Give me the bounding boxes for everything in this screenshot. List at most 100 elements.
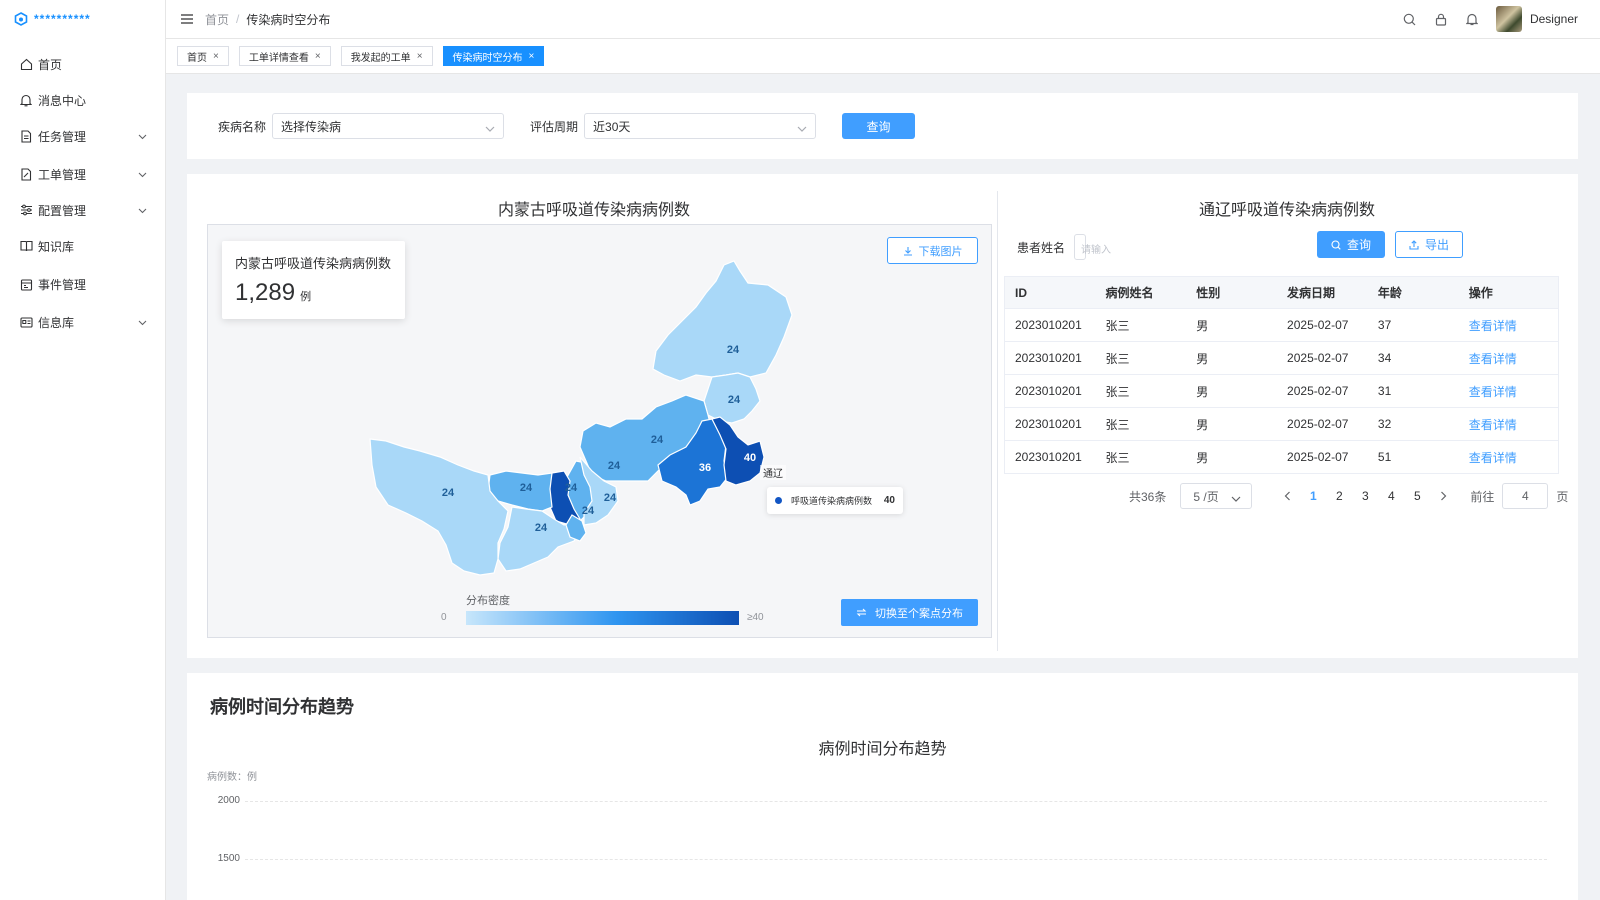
patient-name-input[interactable]: 请输入	[1074, 234, 1111, 260]
period-label: 评估周期	[530, 119, 579, 134]
book-icon	[18, 238, 34, 254]
page-number[interactable]: 3	[1352, 489, 1378, 503]
chevron-down-icon	[797, 122, 807, 136]
view-details-link[interactable]: 查看详情	[1458, 341, 1559, 375]
table-cell: 男	[1186, 440, 1278, 474]
page-numbers: 12345	[1300, 489, 1430, 503]
table-cell: 2025-02-07	[1277, 440, 1368, 474]
switch-label: 切换至个案点分布	[875, 607, 963, 620]
sidebar-item-label: 配置管理	[38, 203, 87, 218]
tab-0[interactable]: 首页 ×	[177, 46, 229, 66]
chevron-down-icon	[138, 129, 147, 143]
table-cell: 张三	[1095, 341, 1187, 375]
app-logo[interactable]: **********	[0, 0, 165, 38]
page-size-value: 5 /页	[1193, 489, 1219, 504]
map-region-hulunbuir[interactable]	[652, 260, 793, 382]
map-region-alxa[interactable]	[369, 438, 509, 576]
bell-icon	[18, 92, 34, 108]
filter-card: 疾病名称 选择传染病 评估周期 近30天 查询	[187, 93, 1578, 159]
patient-search-label: 查询	[1346, 238, 1371, 252]
sidebar-item-3[interactable]: 工单管理	[0, 156, 165, 192]
menu-toggle-icon[interactable]	[181, 14, 193, 24]
disease-select[interactable]: 选择传染病	[272, 113, 505, 139]
patient-name-placeholder: 请输入	[1081, 245, 1112, 256]
view-details-link[interactable]: 查看详情	[1458, 308, 1559, 342]
logo-icon	[14, 12, 28, 26]
download-image-button[interactable]: 下载图片	[887, 237, 978, 264]
table-row: 2023010201 张三男 2025-02-07 51 查看详情	[1004, 440, 1559, 474]
sidebar-item-6[interactable]: 事件管理	[0, 266, 165, 302]
legend-title: 分布密度	[466, 595, 510, 607]
total-cases-card: 内蒙古呼吸道传染病病例数 1,289 例	[222, 241, 405, 319]
id-card-icon	[18, 314, 34, 330]
view-details-link[interactable]: 查看详情	[1458, 407, 1559, 441]
close-icon[interactable]: ×	[213, 51, 219, 62]
period-select[interactable]: 近30天	[584, 113, 817, 139]
close-icon[interactable]: ×	[529, 51, 535, 62]
table-cell: 男	[1186, 407, 1278, 441]
download-image-label: 下载图片	[918, 245, 963, 258]
sidebar-item-label: 工单管理	[38, 167, 87, 182]
sidebar-item-7[interactable]: 信息库	[0, 304, 165, 340]
sidebar-item-0[interactable]: 首页	[0, 46, 165, 82]
patient-search-button[interactable]: 查询	[1317, 231, 1385, 258]
goto-page-input[interactable]: 4	[1502, 483, 1549, 509]
page-number[interactable]: 1	[1300, 489, 1326, 503]
goto-label: 前往	[1470, 489, 1495, 504]
page-number[interactable]: 2	[1326, 489, 1352, 503]
chevron-down-icon	[1231, 492, 1241, 506]
page-size-select[interactable]: 5 /页	[1180, 483, 1253, 509]
map-region-value: 24	[535, 522, 548, 534]
tab-label: 工单详情查看	[248, 52, 309, 64]
patient-search-form: 患者姓名 请输入	[1017, 234, 1111, 260]
tooltip-series-dot	[775, 497, 782, 504]
switch-to-point-distribution-button[interactable]: 切换至个案点分布	[841, 599, 978, 626]
next-page-icon[interactable]	[1430, 491, 1456, 501]
view-details-link[interactable]: 查看详情	[1458, 440, 1559, 474]
grid-line	[245, 859, 1547, 860]
filter-query-button[interactable]: 查询	[842, 113, 916, 139]
column-header: ID	[1004, 276, 1096, 309]
sidebar-item-1[interactable]: 消息中心	[0, 82, 165, 118]
close-icon[interactable]: ×	[315, 51, 321, 62]
map-panel: 24 24 24 24 36 40 24 24 24 24 24 24 内蒙古呼吸道传染病病例数 1,…	[207, 224, 992, 638]
notification-bell-icon[interactable]	[1465, 13, 1478, 26]
sidebar-item-label: 知识库	[38, 239, 75, 254]
tooltip-series-name: 呼吸道传染病病例数	[791, 496, 873, 506]
trend-card: 病例时间分布趋势 病例时间分布趋势 病例数：例 2000 1500	[187, 673, 1578, 900]
search-icon[interactable]	[1403, 13, 1416, 26]
tab-3[interactable]: 传染病时空分布 ×	[442, 46, 545, 66]
map-region-value: 36	[699, 462, 711, 474]
sliders-icon	[18, 202, 34, 218]
sidebar-item-5[interactable]: 知识库	[0, 228, 165, 264]
calendar-icon	[18, 276, 34, 292]
trend-heading: 病例时间分布趋势	[210, 697, 354, 717]
tabs-bar: 首页 × 工单详情查看 × 我发起的工单 × 传染病时空分布 ×	[166, 39, 1600, 74]
sidebar-item-label: 信息库	[38, 315, 75, 330]
page-suffix: 页	[1556, 489, 1569, 504]
table-cell: 男	[1186, 374, 1278, 408]
top-bar-actions: Designer	[1384, 6, 1578, 32]
map-region-value: 24	[727, 344, 740, 356]
density-legend-bar[interactable]	[466, 611, 739, 625]
tab-1[interactable]: 工单详情查看 ×	[238, 46, 331, 66]
map-region-value: 24	[608, 460, 621, 472]
table-section-title: 通辽呼吸道传染病病例数	[1199, 202, 1376, 219]
avatar[interactable]	[1495, 6, 1522, 32]
tooltip-value: 40	[883, 495, 895, 506]
table-header-row: ID 病例姓名 性别 发病日期 年龄 操作	[1004, 276, 1559, 309]
view-details-link[interactable]: 查看详情	[1458, 374, 1559, 408]
export-button[interactable]: 导出	[1395, 231, 1463, 258]
map-section-title: 内蒙古呼吸道传染病病例数	[498, 202, 691, 219]
sidebar-item-2[interactable]: 任务管理	[0, 118, 165, 154]
user-name[interactable]: Designer	[1530, 12, 1578, 26]
prev-page-icon[interactable]	[1274, 491, 1300, 501]
download-icon	[903, 246, 912, 256]
lock-icon[interactable]	[1435, 13, 1447, 26]
page-number[interactable]: 5	[1404, 489, 1430, 503]
sidebar-item-4[interactable]: 配置管理	[0, 192, 165, 228]
tab-2[interactable]: 我发起的工单 ×	[340, 46, 433, 66]
breadcrumb-home[interactable]: 首页	[205, 11, 229, 28]
page-number[interactable]: 4	[1378, 489, 1404, 503]
close-icon[interactable]: ×	[417, 51, 423, 62]
